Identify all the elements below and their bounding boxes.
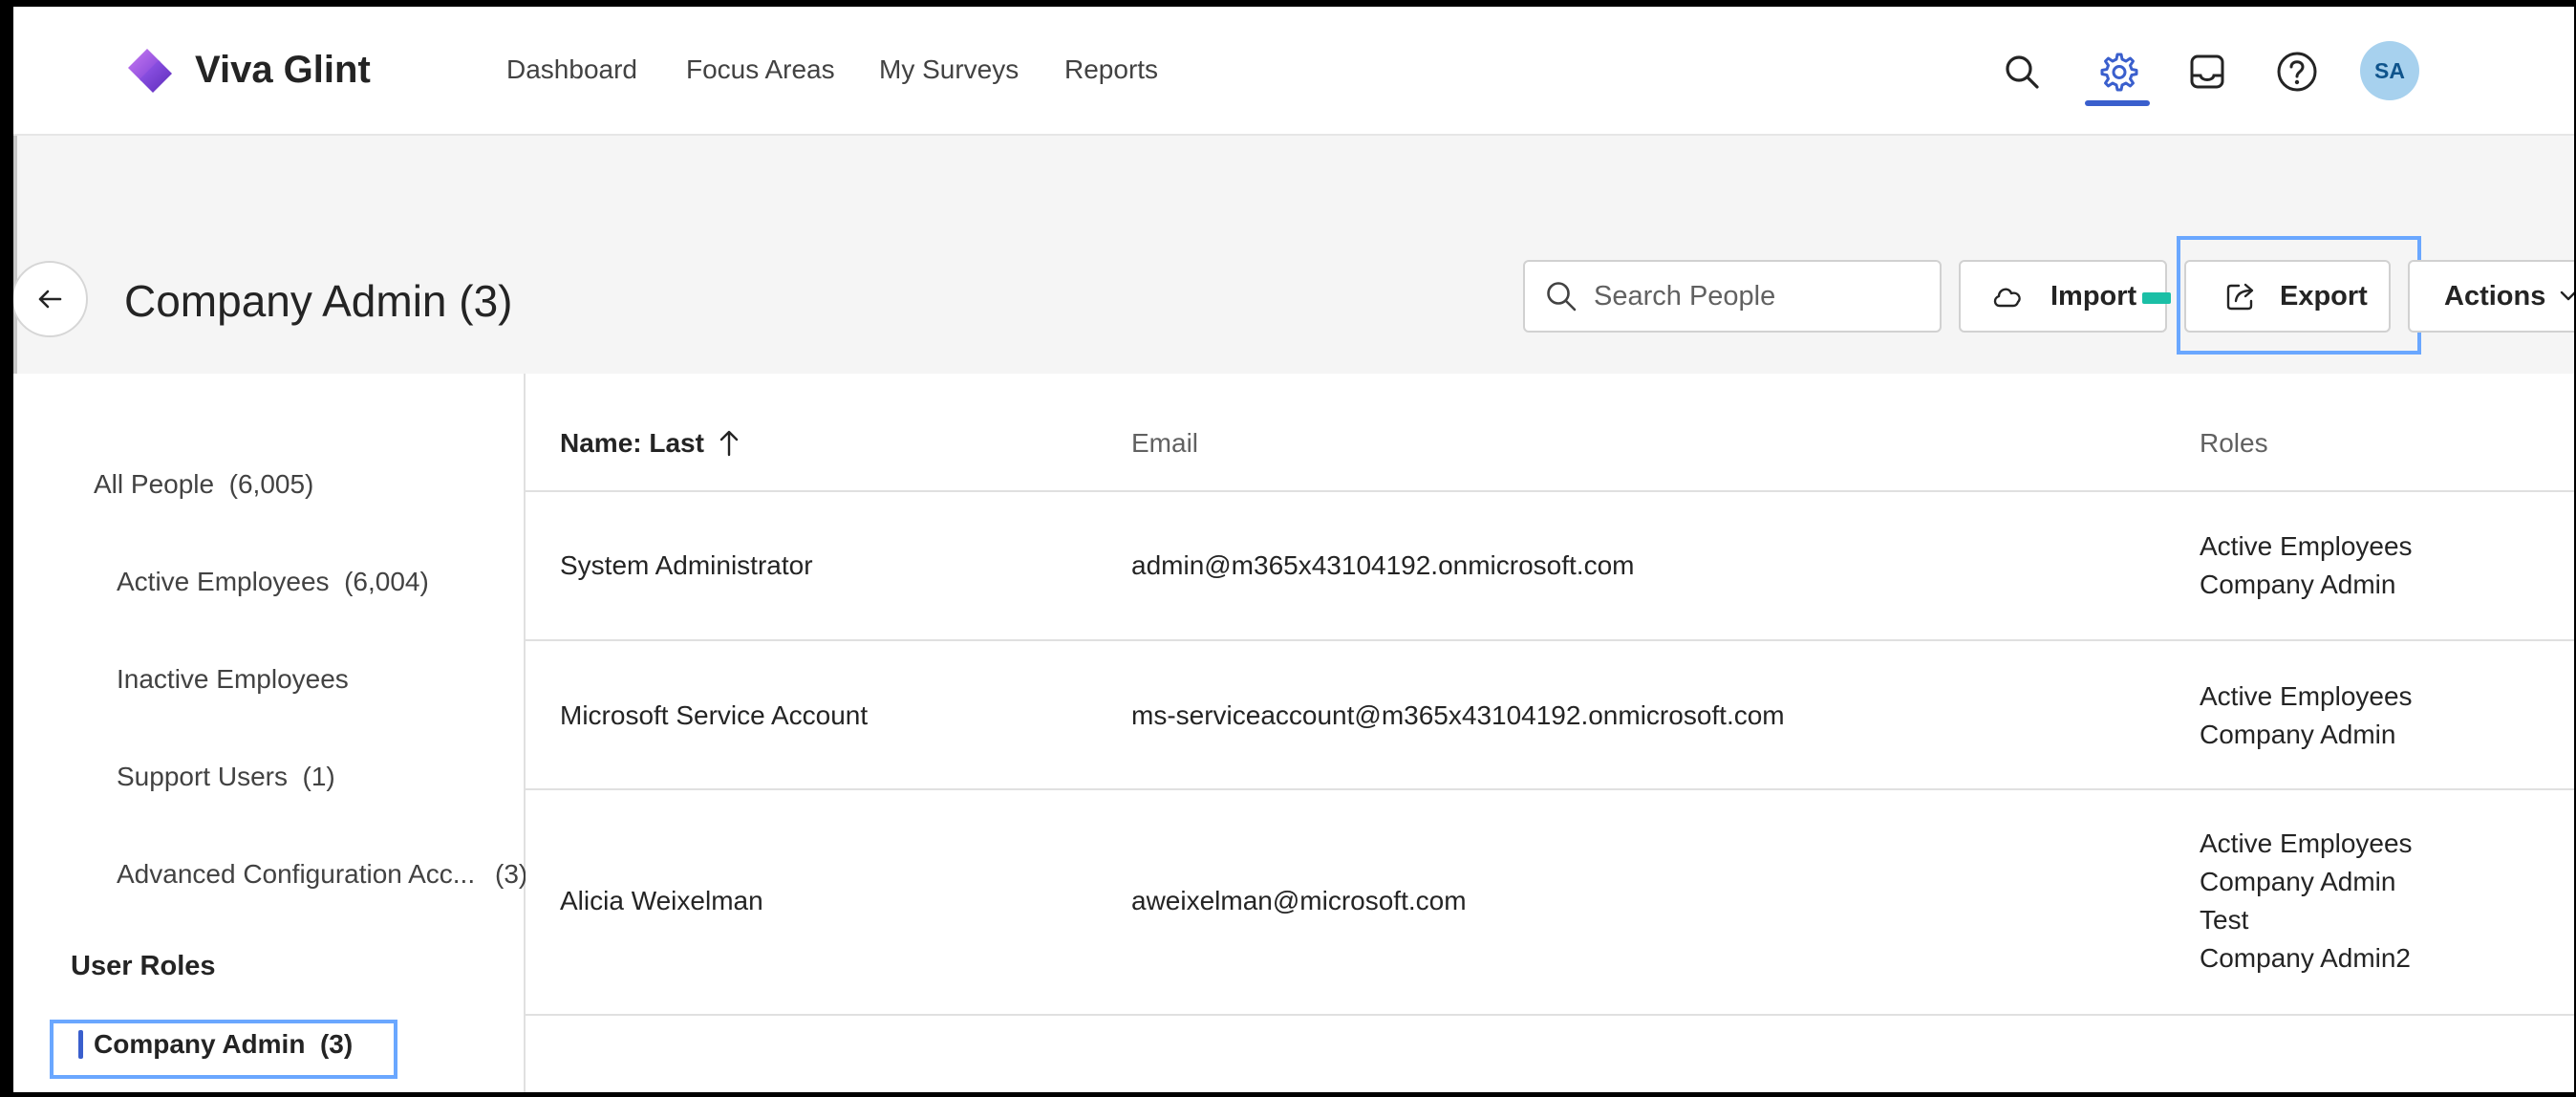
actions-label: Actions [2444, 280, 2546, 312]
people-table: Name: Last Email Roles System Administra… [526, 374, 2574, 1092]
sidebar-item-company-admin[interactable]: Company Admin (3) [78, 1026, 354, 1063]
page-title: Company Admin (3) [124, 276, 513, 326]
back-button[interactable] [13, 261, 88, 337]
gear-icon [2100, 53, 2138, 92]
role-label: Company Admin [2200, 720, 2396, 749]
sidebar-item-count: (3) [319, 1029, 354, 1059]
nav-reports[interactable]: Reports [1064, 51, 1158, 89]
cell-name: Alicia Weixelman [560, 886, 763, 915]
sidebar-item-label: Inactive Employees [117, 664, 349, 694]
column-header-email[interactable]: Email [1131, 425, 1198, 462]
logo-icon [128, 49, 172, 93]
role-label: Active Employees [2200, 828, 2413, 858]
role-label: Company Admin [2200, 570, 2396, 599]
back-arrow-icon [38, 290, 62, 309]
help-button[interactable] [2270, 45, 2324, 98]
role-label: Active Employees [2200, 531, 2413, 561]
export-button[interactable]: Export [2184, 260, 2391, 333]
help-icon [2277, 52, 2317, 92]
sidebar-item-count: (1) [302, 762, 335, 791]
nav-dashboard[interactable]: Dashboard [506, 51, 637, 89]
sidebar-item-label: Advanced Configuration Acc... [117, 859, 476, 889]
people-sidebar: All People (6,005) Active Employees (6,0… [13, 374, 528, 1092]
role-label: Active Employees [2200, 681, 2413, 711]
column-header-name[interactable]: Name: Last [560, 425, 741, 462]
search-people-input[interactable] [1592, 279, 1940, 313]
cursor-marker [2142, 292, 2171, 304]
table-header: Name: Last Email Roles [526, 374, 2574, 492]
cell-roles: Active Employees Company Admin Test Comp… [2200, 825, 2413, 978]
share-icon [2226, 283, 2254, 311]
inbox-icon [2190, 54, 2224, 89]
sort-up-arrow-icon [719, 430, 739, 457]
user-avatar[interactable]: SA [2360, 41, 2419, 100]
column-header-label: Name: Last [560, 428, 704, 458]
import-button[interactable]: Import [1959, 260, 2167, 333]
sidebar-item-label: Active Employees [117, 567, 330, 596]
role-label: Company Admin [2200, 867, 2396, 896]
sidebar-item-count: (3) [495, 859, 528, 889]
sidebar-item-label: All People [94, 469, 215, 499]
cloud-icon [1993, 288, 2021, 308]
chevron-down-icon [2561, 290, 2574, 301]
sidebar-item-label: Support Users [117, 762, 288, 791]
cell-roles: Active Employees Company Admin [2200, 527, 2413, 604]
export-label: Export [2280, 280, 2368, 312]
search-icon [2006, 55, 2039, 89]
sidebar-item-active-employees[interactable]: Active Employees (6,004) [117, 564, 429, 600]
role-label: Test [2200, 905, 2249, 935]
inbox-button[interactable] [2180, 45, 2234, 98]
sidebar-item-count: (6,004) [344, 567, 429, 596]
column-header-roles[interactable]: Roles [2200, 425, 2268, 462]
app-window: Viva Glint Dashboard Focus Areas My Surv… [13, 7, 2574, 1092]
cell-roles: Active Employees Company Admin [2200, 678, 2413, 754]
sidebar-item-count: (6,005) [228, 469, 314, 499]
brand-name: Viva Glint [195, 49, 371, 91]
search-people-box[interactable] [1523, 260, 1942, 333]
actions-dropdown[interactable]: Actions [2408, 260, 2574, 333]
sidebar-item-advanced-configuration[interactable]: Advanced Configuration Acc... [117, 856, 475, 893]
cell-email: admin@m365x43104192.onmicrosoft.com [1131, 550, 1635, 580]
settings-button[interactable] [2091, 45, 2144, 98]
sidebar-item-all-people[interactable]: All People (6,005) [94, 466, 313, 503]
cell-email: aweixelman@microsoft.com [1131, 886, 1467, 915]
nav-my-surveys[interactable]: My Surveys [879, 51, 1019, 89]
user-roles-heading: User Roles [71, 951, 216, 981]
settings-active-indicator [2085, 100, 2150, 106]
top-navigation-bar: Viva Glint Dashboard Focus Areas My Surv… [13, 7, 2574, 136]
import-label: Import [2050, 280, 2137, 312]
sidebar-item-inactive-employees[interactable]: Inactive Employees [117, 661, 349, 698]
cell-name: Microsoft Service Account [560, 700, 869, 730]
search-button[interactable] [1995, 45, 2049, 98]
table-row[interactable]: Microsoft Service Account ms-serviceacco… [526, 641, 2574, 790]
sidebar-item-label: Company Admin [94, 1029, 306, 1059]
role-label: Company Admin2 [2200, 943, 2412, 973]
table-row[interactable]: System Administrator admin@m365x43104192… [526, 490, 2574, 641]
sidebar-item-support-users[interactable]: Support Users (1) [117, 759, 335, 795]
cell-name: System Administrator [560, 550, 813, 580]
cell-email: ms-serviceaccount@m365x43104192.onmicros… [1131, 700, 1785, 730]
active-indicator [78, 1030, 83, 1059]
table-row[interactable]: Alicia Weixelman aweixelman@microsoft.co… [526, 790, 2574, 1016]
nav-focus-areas[interactable]: Focus Areas [686, 51, 835, 89]
search-icon [1547, 282, 1577, 312]
